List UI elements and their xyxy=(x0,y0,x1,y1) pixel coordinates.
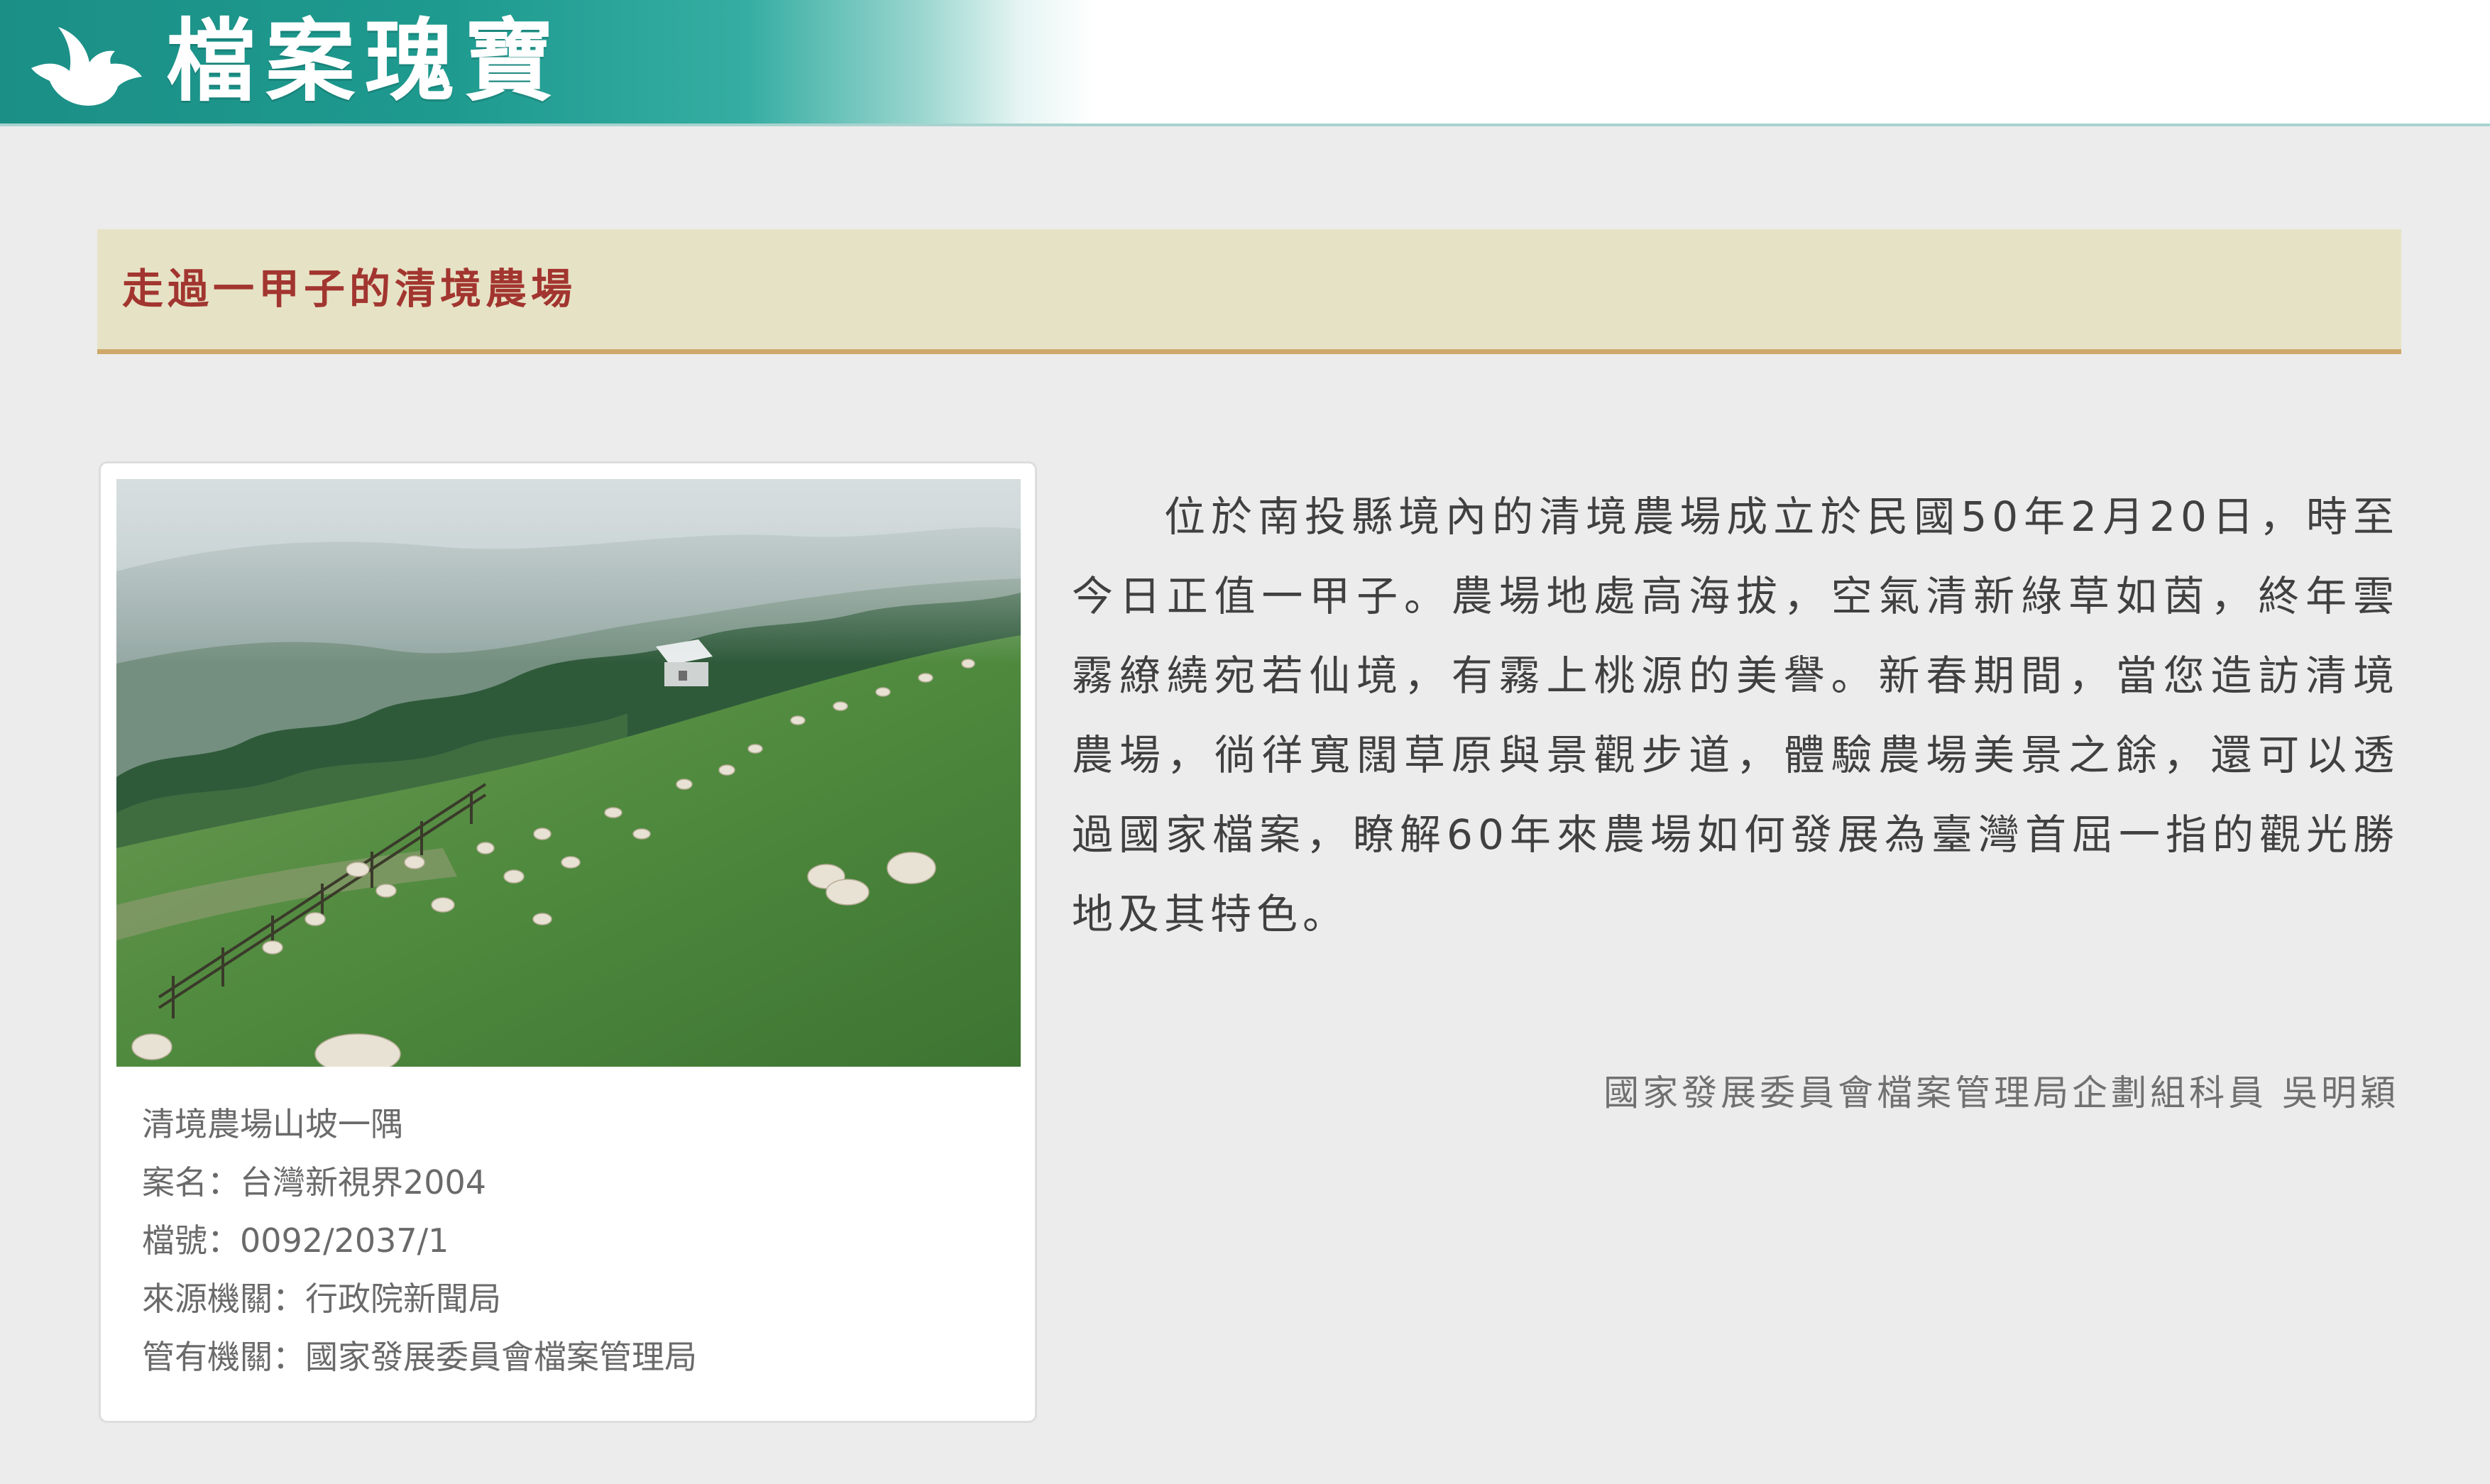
article-title: 走過一甲子的清境農場 xyxy=(122,265,577,313)
photo-caption: 清境農場山坡一隅 xyxy=(142,1105,403,1143)
article-body: 位於南投縣境內的清境農場成立於民國50年2月20日，時至今日正值一甲子。農場地處… xyxy=(1072,493,2399,938)
site-header: 檔案瑰寶 xyxy=(0,0,2490,126)
site-title[interactable]: 檔案瑰寶 xyxy=(166,9,564,115)
bird-logo-icon[interactable] xyxy=(26,18,146,111)
article-author: 國家發展委員會檔案管理局企劃組科員 吳明穎 xyxy=(1603,1072,2399,1114)
farm-hillside-photo[interactable] xyxy=(116,479,1021,1067)
article-title-band: 走過一甲子的清境農場 xyxy=(97,229,2401,354)
case-name: 案名：台灣新視界2004 xyxy=(142,1163,487,1202)
source-agency: 來源機關：行政院新聞局 xyxy=(142,1280,501,1318)
custodian-agency: 管有機關：國家發展委員會檔案管理局 xyxy=(142,1338,697,1376)
figure-card: 清境農場山坡一隅 案名：台灣新視界2004 檔號：0092/2037/1 來源機… xyxy=(99,461,1037,1423)
figure-caption: 清境農場山坡一隅 案名：台灣新視界2004 檔號：0092/2037/1 來源機… xyxy=(142,1095,1008,1386)
file-number: 檔號：0092/2037/1 xyxy=(142,1221,449,1260)
